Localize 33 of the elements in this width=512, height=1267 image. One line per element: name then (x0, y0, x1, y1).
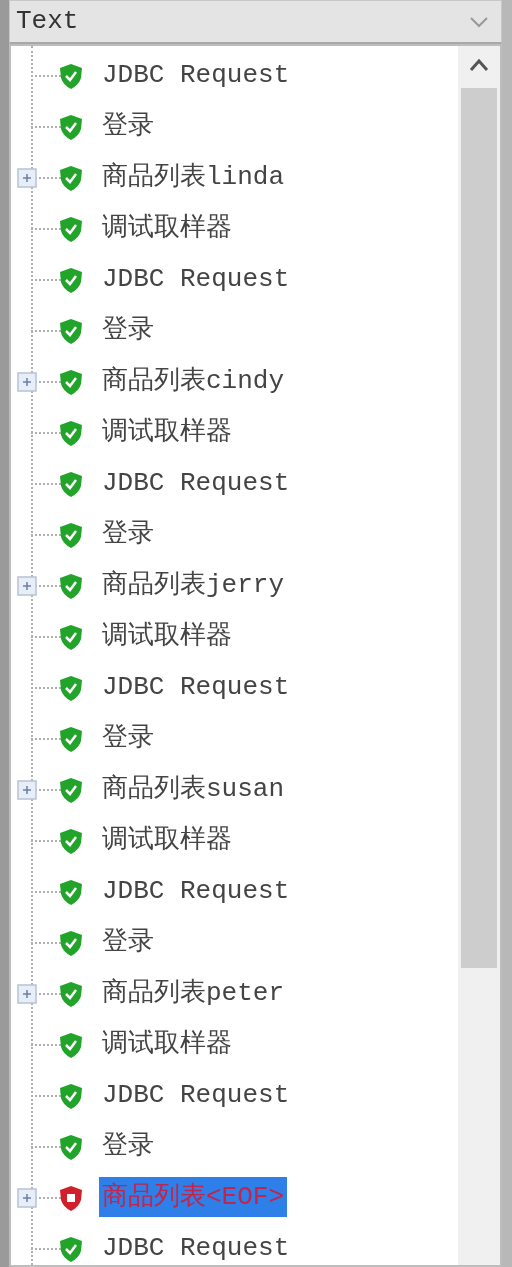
scrollbar[interactable] (458, 46, 500, 1265)
expand-icon[interactable] (17, 780, 37, 800)
expand-icon[interactable] (17, 984, 37, 1004)
expand-icon[interactable] (17, 1188, 37, 1208)
tree-item[interactable]: JDBC Request (99, 259, 293, 299)
tree-item[interactable]: 商品列表susan (99, 769, 287, 809)
tree-item[interactable]: 登录 (99, 922, 157, 962)
tree-item[interactable]: 登录 (99, 106, 157, 146)
expand-icon[interactable] (17, 168, 37, 188)
chevron-down-icon (469, 15, 489, 28)
tree-item[interactable]: JDBC Request (99, 55, 293, 95)
tree-item[interactable]: JDBC Request (99, 1075, 293, 1115)
tree-item[interactable]: 登录 (99, 1126, 157, 1166)
tree-item[interactable]: 调试取样器 (99, 1024, 235, 1064)
tree-item[interactable]: 调试取样器 (99, 616, 235, 656)
tree-item[interactable]: 调试取样器 (99, 820, 235, 860)
tree-item[interactable]: JDBC Request (99, 667, 293, 707)
tree-item[interactable]: JDBC Request (99, 1228, 293, 1265)
expand-icon[interactable] (17, 576, 37, 596)
tree-item[interactable]: 登录 (99, 718, 157, 758)
tree-item[interactable]: JDBC Request (99, 871, 293, 911)
tree-item[interactable]: 调试取样器 (99, 412, 235, 452)
tree-item[interactable]: 调试取样器 (99, 208, 235, 248)
view-selector-dropdown[interactable]: Text (9, 0, 502, 44)
tree-item[interactable]: 商品列表peter (99, 973, 287, 1013)
tree-item[interactable]: 商品列表cindy (99, 361, 287, 401)
tree-item[interactable]: 商品列表jerry (99, 565, 287, 605)
expand-icon[interactable] (17, 372, 37, 392)
tree-item[interactable]: 登录 (99, 310, 157, 350)
tree-item[interactable]: JDBC Request (99, 463, 293, 503)
tree-item[interactable]: 商品列表linda (99, 157, 287, 197)
tree-item[interactable]: 登录 (99, 514, 157, 554)
scroll-thumb[interactable] (461, 88, 497, 968)
